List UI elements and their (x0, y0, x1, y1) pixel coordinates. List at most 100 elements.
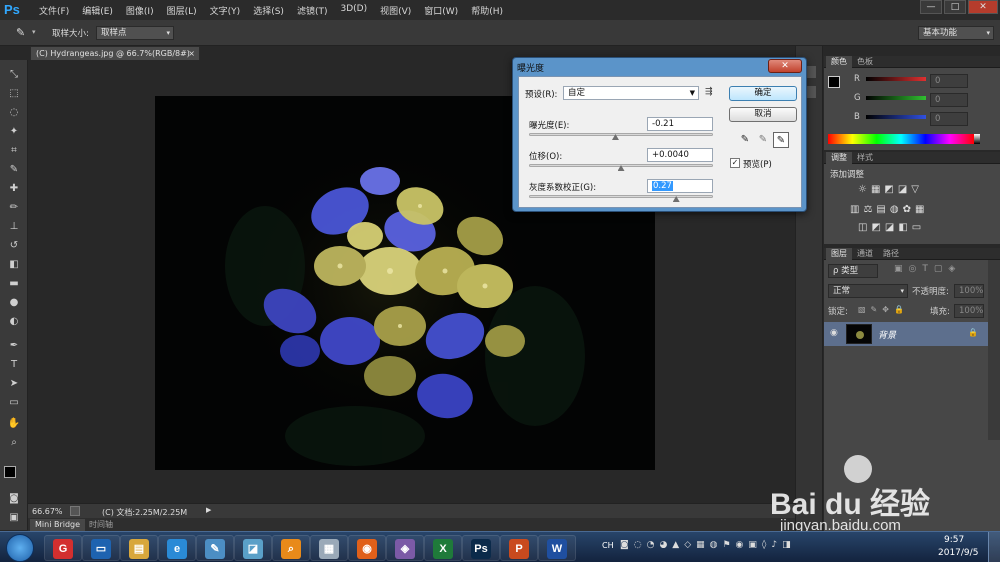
exposure-slider[interactable] (529, 133, 713, 136)
taskbar-app-powerpoint[interactable]: P (500, 535, 538, 561)
taskbar-app-photoshop[interactable]: Ps (462, 535, 500, 561)
tab-paths[interactable]: 路径 (878, 248, 904, 260)
lasso-tool-icon[interactable]: ◌ (6, 106, 22, 120)
path-select-tool-icon[interactable]: ➤ (6, 377, 22, 391)
zoom-tool-icon[interactable]: ⌕ (6, 436, 22, 450)
visibility-eye-icon[interactable]: ◉ (830, 328, 838, 338)
workspace-select[interactable]: 基本功能 ▾ (918, 26, 994, 40)
start-button[interactable] (6, 534, 34, 562)
opacity-input[interactable]: 100% (954, 284, 984, 298)
quick-select-tool-icon[interactable]: ✦ (6, 125, 22, 139)
adjustment-icons-row-3[interactable]: ◫◩◪◧▭ (858, 222, 925, 233)
rectangle-tool-icon[interactable]: ▭ (6, 396, 22, 410)
gamma-slider[interactable] (529, 195, 713, 198)
taskbar-app-app-1[interactable]: G (44, 535, 82, 561)
gradient-tool-icon[interactable]: ▬ (6, 277, 22, 291)
layer-filter-select[interactable]: ρ 类型 (828, 264, 878, 278)
tray-language[interactable]: CH (602, 541, 614, 550)
adjustment-icons-row-1[interactable]: ☼▦◩◪▽ (858, 184, 923, 195)
taskbar-app-excel[interactable]: X (424, 535, 462, 561)
taskbar-app-app-10[interactable]: ◈ (386, 535, 424, 561)
tab-channels[interactable]: 通道 (852, 248, 878, 260)
show-desktop-button[interactable] (988, 532, 1000, 562)
tab-layers[interactable]: 图层 (826, 248, 852, 260)
taskbar-app-ie[interactable]: e (158, 535, 196, 561)
screen-mode-icon[interactable]: ▣ (6, 511, 22, 525)
history-brush-tool-icon[interactable]: ↺ (6, 239, 22, 253)
status-menu-icon[interactable] (70, 506, 80, 516)
offset-input[interactable]: +0.0040 (647, 148, 713, 162)
maximize-button[interactable]: □ (944, 0, 966, 14)
type-tool-icon[interactable]: T (6, 358, 22, 372)
crop-tool-icon[interactable]: ⌗ (6, 144, 22, 158)
menu-item-10[interactable]: 帮助(H) (471, 4, 503, 17)
taskbar-app-paint[interactable]: ✎ (196, 535, 234, 561)
menu-item-9[interactable]: 窗口(W) (424, 4, 458, 17)
tab-color[interactable]: 颜色 (826, 56, 852, 68)
menu-item-3[interactable]: 图层(L) (167, 4, 197, 17)
menu-item-6[interactable]: 滤镜(T) (297, 4, 328, 17)
menu-item-0[interactable]: 文件(F) (39, 4, 69, 17)
dialog-close-button[interactable]: ✕ (768, 59, 802, 73)
cancel-button[interactable]: 取消 (729, 107, 797, 122)
zoom-level[interactable]: 66.67% (32, 507, 63, 516)
menu-item-8[interactable]: 视图(V) (380, 4, 411, 17)
taskbar-app-explorer[interactable]: ▤ (120, 535, 158, 561)
move-tool-icon[interactable]: ⤡ (6, 68, 22, 82)
taskbar-app-firefox[interactable]: ◉ (348, 535, 386, 561)
clone-stamp-tool-icon[interactable]: ⊥ (6, 220, 22, 234)
status-arrow-icon[interactable]: ▶ (206, 506, 211, 514)
menu-item-4[interactable]: 文字(Y) (210, 4, 241, 17)
preset-options-icon[interactable]: ⇶ (705, 87, 713, 97)
tray-icons[interactable]: ◙◌◔◕▲◇▦◍⚑◉▣◊♪◨ (620, 540, 796, 550)
fill-input[interactable]: 100% (954, 304, 984, 318)
close-window-button[interactable]: ✕ (968, 0, 998, 14)
marquee-tool-icon[interactable]: ⬚ (6, 87, 22, 101)
preview-checkbox[interactable]: ✓ (730, 158, 740, 168)
foreground-color-swatch[interactable] (4, 466, 16, 478)
channel-value-input[interactable]: 0 (930, 112, 968, 126)
tab-swatches[interactable]: 色板 (852, 56, 878, 68)
blend-mode-select[interactable]: 正常 ▾ (828, 284, 908, 298)
clock-time[interactable]: 9:57 (944, 535, 964, 545)
eyedropper-icon[interactable]: ✎ (16, 26, 30, 40)
sample-size-select[interactable]: 取样点 ▾ (96, 26, 174, 40)
tab-adjustments[interactable]: 调整 (826, 152, 852, 164)
eyedropper-tool-icon[interactable]: ✎ (6, 163, 22, 177)
lock-icons[interactable]: ▧✎✥🔒 (858, 305, 909, 314)
minimize-button[interactable]: — (920, 0, 942, 14)
quick-mask-icon[interactable]: ◙ (6, 492, 22, 506)
tab-mini-bridge[interactable]: Mini Bridge (30, 519, 86, 531)
menu-item-1[interactable]: 编辑(E) (82, 4, 113, 17)
eraser-tool-icon[interactable]: ◧ (6, 258, 22, 272)
channel-value-input[interactable]: 0 (930, 74, 968, 88)
tab-styles[interactable]: 样式 (852, 152, 878, 164)
pen-tool-icon[interactable]: ✒ (6, 339, 22, 353)
clock-date[interactable]: 2017/9/5 (938, 548, 978, 558)
layers-scrollbar[interactable] (988, 260, 1000, 440)
taskbar-app-app-2[interactable]: ▭ (82, 535, 120, 561)
channel-value-input[interactable]: 0 (930, 93, 968, 107)
dodge-tool-icon[interactable]: ◐ (6, 315, 22, 329)
menu-item-2[interactable]: 图像(I) (126, 4, 154, 17)
taskbar-app-app-6[interactable]: ◪ (234, 535, 272, 561)
menu-item-7[interactable]: 3D(D) (340, 4, 367, 17)
brush-tool-icon[interactable]: ✏ (6, 201, 22, 215)
close-tab-icon[interactable]: × (188, 47, 195, 60)
black-white-ramp[interactable] (974, 134, 980, 144)
exposure-input[interactable]: -0.21 (647, 117, 713, 131)
blur-tool-icon[interactable]: ● (6, 296, 22, 310)
tool-preset-chevron-icon[interactable]: ▾ (32, 28, 36, 36)
layer-row-background[interactable]: ◉ 背景 🔒 (824, 322, 988, 346)
channel-slider[interactable] (866, 96, 926, 100)
adjustment-icons-row-2[interactable]: ▥⚖▤◍✿▦ (850, 204, 928, 215)
foreground-color-swatch[interactable] (828, 76, 840, 88)
ok-button[interactable]: 确定 (729, 86, 797, 101)
gamma-input[interactable]: 0.27 (647, 179, 713, 193)
layer-filter-icons[interactable]: ▣◎T▢◈ (894, 264, 961, 274)
taskbar-app-search[interactable]: ⌕ (272, 535, 310, 561)
tab-timeline[interactable]: 时间轴 (84, 519, 118, 531)
document-tab[interactable]: (C) Hydrangeas.jpg @ 66.7%(RGB/8#) × (30, 46, 200, 60)
white-eyedropper-icon[interactable]: ✎ (773, 132, 789, 148)
taskbar-app-word[interactable]: W (538, 535, 576, 561)
